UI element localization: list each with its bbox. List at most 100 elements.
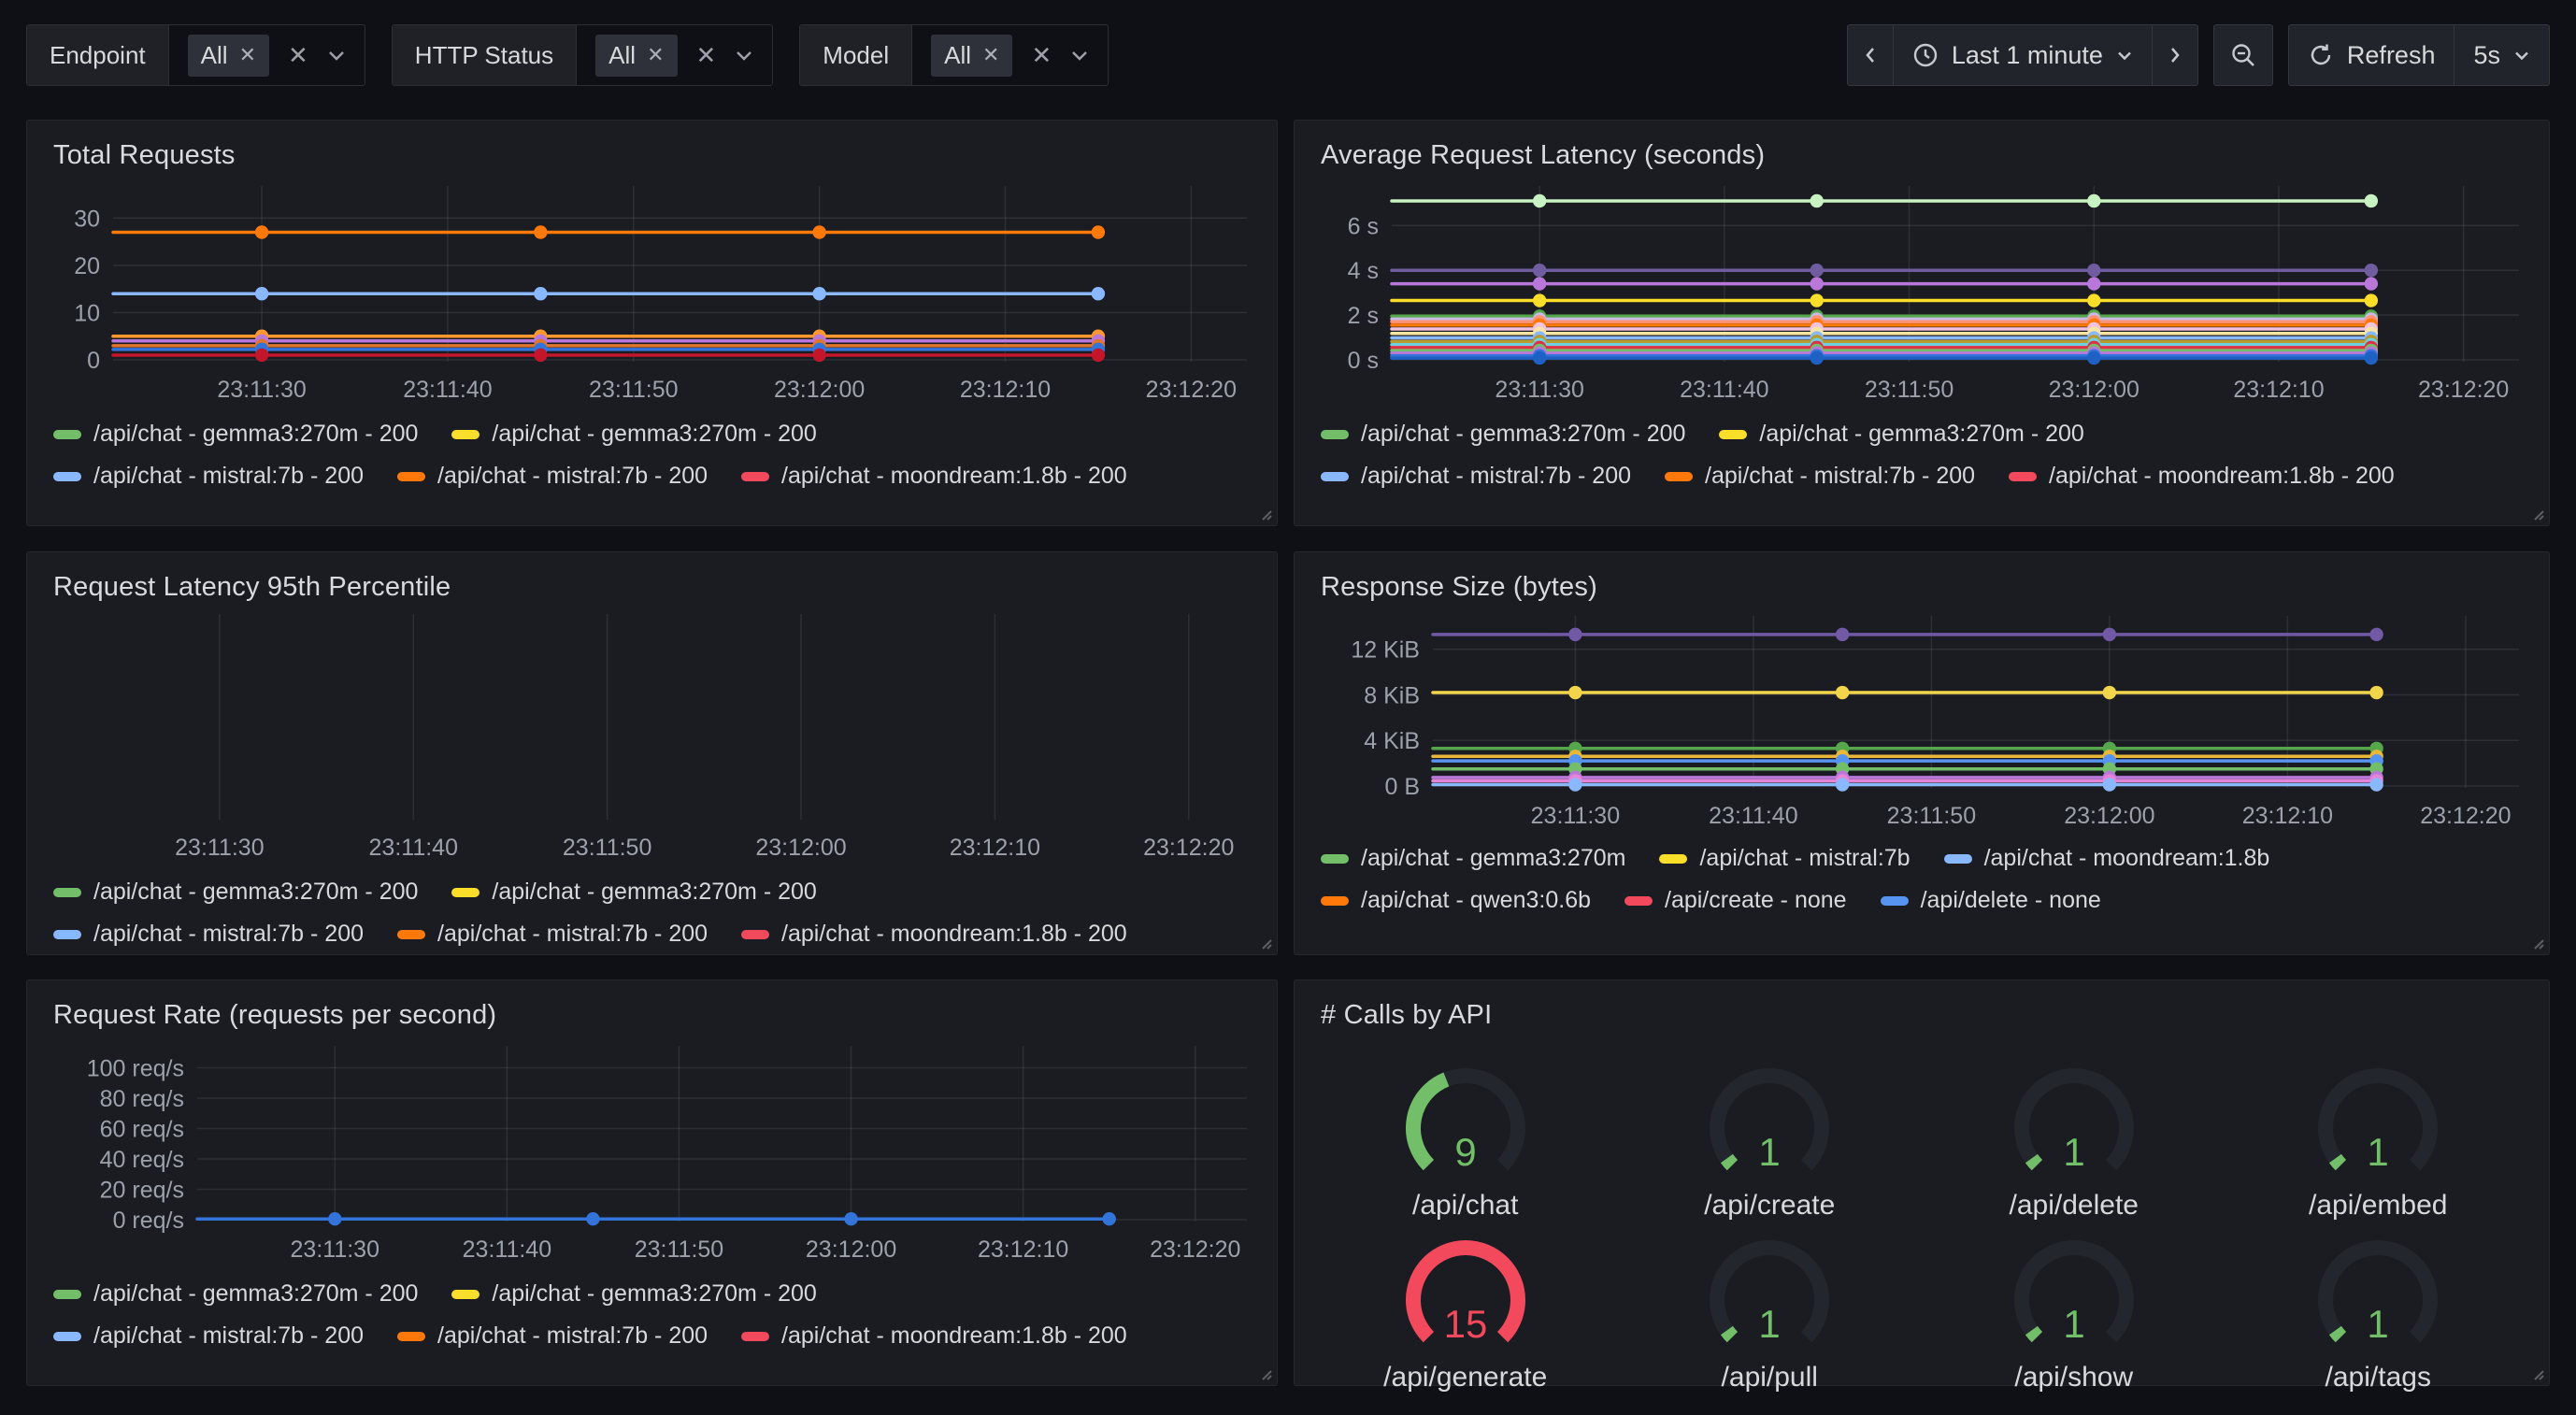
svg-text:23:11:40: 23:11:40 (403, 377, 492, 401)
timeseries-chart[interactable]: 23:11:3023:11:4023:11:5023:12:0023:12:10… (1313, 608, 2530, 830)
panel-title[interactable]: Average Request Latency (seconds) (1313, 134, 2530, 177)
filter-chip[interactable]: All ✕ (188, 35, 269, 77)
panel-title[interactable]: Total Requests (46, 134, 1258, 177)
gauge-value: 9 (1454, 1130, 1476, 1174)
clear-icon[interactable]: ✕ (1031, 43, 1052, 67)
timeseries-chart[interactable]: 23:11:3023:11:4023:11:5023:12:0023:12:10… (1313, 177, 2530, 406)
legend-label: /api/chat - gemma3:270m (1361, 845, 1625, 872)
time-shift-back-button[interactable] (1847, 24, 1894, 86)
svg-text:23:11:30: 23:11:30 (1531, 803, 1620, 825)
filter-endpoint: Endpoint All ✕ ✕ (26, 24, 365, 86)
zoom-out-icon (2229, 41, 2257, 69)
chart-plot-area[interactable]: 23:11:3023:11:4023:11:5023:12:0023:12:10… (1313, 177, 2530, 401)
legend-item[interactable]: /api/chat - gemma3:270m - 200 (53, 879, 418, 906)
caret-down-icon[interactable] (1070, 49, 1089, 62)
time-range-picker-button[interactable]: Last 1 minute (1893, 24, 2153, 86)
legend-item[interactable]: /api/chat - moondream:1.8b - 200 (741, 921, 1127, 948)
svg-text:0 B: 0 B (1384, 774, 1420, 800)
panel-resize-handle[interactable] (1256, 1365, 1273, 1381)
legend-item[interactable]: /api/chat - mistral:7b - 200 (397, 1322, 708, 1350)
caret-down-icon[interactable] (327, 49, 346, 62)
legend-item[interactable]: /api/chat - mistral:7b - 200 (1321, 463, 1631, 490)
legend-item[interactable]: /api/chat - mistral:7b - 200 (53, 1322, 364, 1350)
series-point (1092, 349, 1105, 362)
panel-title[interactable]: Request Latency 95th Percentile (46, 565, 1258, 608)
legend-item[interactable]: /api/create - none (1624, 887, 1847, 914)
zoom-out-button[interactable] (2213, 24, 2273, 86)
legend-item[interactable]: /api/chat - gemma3:270m - 200 (1719, 421, 2083, 448)
panel-title[interactable]: # Calls by API (1313, 993, 2530, 1036)
series-point (2103, 628, 2116, 641)
legend-item[interactable]: /api/chat - moondream:1.8b - 200 (2009, 463, 2395, 490)
legend-swatch (2009, 472, 2037, 481)
chart-plot-area[interactable]: 23:11:3023:11:4023:11:5023:12:0023:12:10… (1313, 608, 2530, 825)
legend-row: /api/chat - gemma3:270m - 200/api/chat -… (53, 421, 1258, 448)
svg-text:23:12:00: 23:12:00 (2049, 377, 2140, 401)
legend-swatch (53, 1290, 81, 1299)
legend-item[interactable]: /api/chat - moondream:1.8b - 200 (741, 1322, 1127, 1350)
svg-text:23:12:10: 23:12:10 (950, 835, 1040, 859)
legend-item[interactable]: /api/chat - qwen3:0.6b (1321, 887, 1591, 914)
legend-item[interactable]: /api/chat - gemma3:270m - 200 (451, 421, 816, 448)
gauge-value: 1 (1759, 1130, 1781, 1174)
clear-icon[interactable]: ✕ (288, 43, 308, 67)
svg-text:23:11:40: 23:11:40 (1680, 377, 1768, 401)
legend-item[interactable]: /api/chat - moondream:1.8b - 200 (741, 463, 1127, 490)
gauge-title: /api/delete (2010, 1190, 2139, 1222)
legend-item[interactable]: /api/chat - mistral:7b - 200 (1665, 463, 1975, 490)
chart-plot-area[interactable]: 23:11:3023:11:4023:11:5023:12:0023:12:10… (46, 608, 1258, 859)
legend-swatch (53, 888, 81, 897)
filter-chip[interactable]: All ✕ (931, 35, 1012, 77)
legend-item[interactable]: /api/chat - gemma3:270m - 200 (53, 421, 418, 448)
legend-label: /api/chat - mistral:7b - 200 (1705, 463, 1975, 490)
legend-item[interactable]: /api/chat - gemma3:270m - 200 (451, 1280, 816, 1308)
gauge: 1/api/pull (1618, 1233, 1923, 1394)
panel-request-latency-95th: Request Latency 95th Percentile 23:11:30… (26, 551, 1278, 955)
legend-item[interactable]: /api/chat - gemma3:270m (1321, 845, 1625, 872)
remove-icon[interactable]: ✕ (239, 45, 256, 65)
legend-item[interactable]: /api/chat - mistral:7b - 200 (397, 921, 708, 948)
caret-down-icon[interactable] (735, 49, 753, 62)
remove-icon[interactable]: ✕ (647, 45, 664, 65)
filter-value[interactable]: All ✕ ✕ (577, 25, 772, 85)
legend-item[interactable]: /api/chat - mistral:7b - 200 (53, 921, 364, 948)
refresh-interval-dropdown[interactable]: 5s (2454, 24, 2550, 86)
panel-title[interactable]: Request Rate (requests per second) (46, 993, 1258, 1036)
gauge-arc: 1 (1981, 1233, 2168, 1364)
legend-item[interactable]: /api/chat - mistral:7b (1659, 845, 1910, 872)
filter-chip[interactable]: All ✕ (595, 35, 677, 77)
svg-text:23:11:30: 23:11:30 (291, 1236, 379, 1261)
panel-resize-handle[interactable] (2528, 1365, 2545, 1381)
series-point (1533, 351, 1546, 364)
chart-plot-area[interactable]: 23:11:3023:11:4023:11:5023:12:0023:12:10… (46, 1036, 1258, 1261)
panel-resize-handle[interactable] (2528, 505, 2545, 522)
time-shift-forward-button[interactable] (2152, 24, 2198, 86)
legend-item[interactable]: /api/delete - none (1881, 887, 2101, 914)
legend-item[interactable]: /api/chat - mistral:7b - 200 (53, 463, 364, 490)
panel-resize-handle[interactable] (1256, 505, 1273, 522)
timeseries-chart[interactable]: 23:11:3023:11:4023:11:5023:12:0023:12:10… (46, 1036, 1258, 1265)
timeseries-chart[interactable]: 23:11:3023:11:4023:11:5023:12:0023:12:10… (46, 608, 1258, 864)
svg-text:23:12:00: 23:12:00 (755, 835, 846, 859)
panel-resize-handle[interactable] (2528, 934, 2545, 950)
legend-item[interactable]: /api/chat - moondream:1.8b (1944, 845, 2270, 872)
svg-text:60 req/s: 60 req/s (100, 1117, 184, 1143)
panel-resize-handle[interactable] (1256, 934, 1273, 950)
series-point (1533, 194, 1546, 207)
refresh-button[interactable]: Refresh (2288, 24, 2455, 86)
legend-item[interactable]: /api/chat - mistral:7b - 200 (397, 463, 708, 490)
legend-label: /api/chat - gemma3:270m - 200 (1759, 421, 2083, 448)
gauge-title: /api/chat (1412, 1190, 1518, 1222)
legend-row: /api/chat - gemma3:270m - 200/api/chat -… (1321, 421, 2530, 448)
legend-item[interactable]: /api/chat - gemma3:270m - 200 (451, 879, 816, 906)
legend-item[interactable]: /api/chat - gemma3:270m - 200 (53, 1280, 418, 1308)
legend-item[interactable]: /api/chat - gemma3:270m - 200 (1321, 421, 1685, 448)
chart-plot-area[interactable]: 23:11:3023:11:4023:11:5023:12:0023:12:10… (46, 177, 1258, 401)
filter-value[interactable]: All ✕ ✕ (912, 25, 1108, 85)
filter-value[interactable]: All ✕ ✕ (169, 25, 365, 85)
panel-title[interactable]: Response Size (bytes) (1313, 565, 2530, 608)
filter-chip-text: All (608, 41, 636, 70)
timeseries-chart[interactable]: 23:11:3023:11:4023:11:5023:12:0023:12:10… (46, 177, 1258, 406)
clear-icon[interactable]: ✕ (696, 43, 717, 67)
remove-icon[interactable]: ✕ (982, 45, 999, 65)
